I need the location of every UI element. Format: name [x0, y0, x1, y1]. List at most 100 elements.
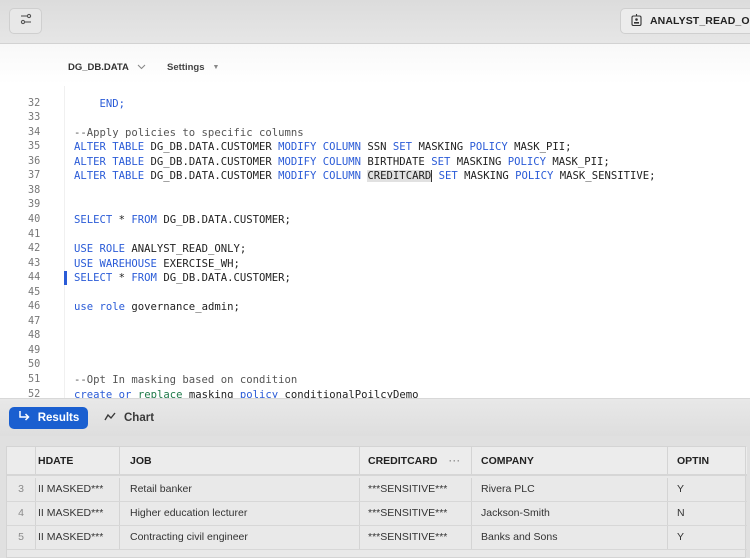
cell-creditcard[interactable]: ***SENSITIVE***: [360, 478, 472, 501]
cell-company[interactable]: Rivera PLC: [472, 478, 668, 501]
table-row[interactable]: 4 II MASKED*** Higher education lecturer…: [7, 502, 747, 526]
code-token: SET: [438, 170, 458, 183]
code-area[interactable]: 31 ELSE SENSITIVE 32 END; 33 34 --Apply poli…: [0, 86, 750, 398]
code-token: ALTER TABLE: [74, 155, 145, 168]
grid-header-row: HDATE JOB CREDITCARD ··· COMPANY OPTIN: [7, 447, 747, 476]
code-line[interactable]: 33: [0, 111, 750, 126]
top-bar: ANALYST_READ_ONLY: [0, 0, 750, 44]
table-row[interactable]: 3 II MASKED*** Retail banker ***SENSITIV…: [7, 478, 747, 502]
code-line[interactable]: 42 USE ROLE ANALYST_READ_ONLY;: [0, 242, 750, 257]
code-line[interactable]: 36 ALTER TABLE DG_DB.DATA.CUSTOMER MODIFY…: [0, 155, 750, 170]
code-token: DG_DB.DATA.CUSTOMER: [144, 155, 279, 168]
line-number: 43: [28, 257, 41, 269]
role-selector[interactable]: ANALYST_READ_ONLY: [620, 8, 750, 34]
code-token: END;: [74, 97, 126, 110]
line-number: 40: [28, 213, 41, 225]
line-number: 32: [28, 97, 41, 109]
cell-job[interactable]: Retail banker: [120, 478, 360, 501]
line-number: 47: [28, 315, 41, 327]
code-token: MASK_PII;: [546, 155, 610, 168]
cell-creditcard[interactable]: ***SENSITIVE***: [360, 502, 472, 525]
code-text: ALTER TABLE DG_DB.DATA.CUSTOMER MODIFY C…: [74, 155, 610, 170]
code-line[interactable]: 31 ELSE SENSITIVE: [0, 86, 750, 97]
code-token: ANALYST_READ_ONLY;: [125, 243, 247, 256]
results-grid: HDATE JOB CREDITCARD ··· COMPANY OPTIN 3 …: [6, 446, 747, 558]
cell-birthdate[interactable]: II MASKED***: [35, 526, 120, 549]
code-text: use role governance_admin;: [74, 300, 240, 315]
cell-optin[interactable]: Y: [668, 478, 746, 501]
caret-down-icon: ▼: [212, 64, 220, 71]
code-token: --Apply policies to specific columns: [74, 126, 304, 139]
code-token: SENSITIVE: [188, 86, 247, 95]
code-line[interactable]: 49: [0, 344, 750, 359]
tab-results[interactable]: Results: [9, 407, 88, 429]
code-token: masking: [182, 388, 240, 398]
code-token: ALTER TABLE: [74, 170, 145, 183]
line-number: 41: [28, 228, 41, 240]
cell-company[interactable]: Jackson-Smith: [472, 502, 668, 525]
code-line[interactable]: 43 USE WAREHOUSE EXERCISE_WH;: [0, 257, 750, 272]
code-line[interactable]: 38: [0, 184, 750, 199]
line-number: 36: [28, 155, 41, 167]
cell-birthdate[interactable]: II MASKED***: [35, 502, 120, 525]
code-line[interactable]: 50: [0, 358, 750, 373]
code-line[interactable]: 51 --Opt In masking based on condition: [0, 373, 750, 388]
code-text: ALTER TABLE DG_DB.DATA.CUSTOMER MODIFY C…: [74, 140, 572, 155]
table-row[interactable]: 5 II MASKED*** Contracting civil enginee…: [7, 526, 747, 550]
code-token: DG_DB.DATA.CUSTOMER: [144, 141, 279, 154]
code-token: use role: [74, 301, 126, 314]
column-header-label: OPTIN: [677, 454, 710, 467]
results-toolbar: Results Chart: [0, 398, 750, 436]
column-header-job[interactable]: JOB: [120, 447, 360, 474]
code-line[interactable]: 37 ALTER TABLE DG_DB.DATA.CUSTOMER MODIFY…: [0, 169, 750, 184]
cell-birthdate[interactable]: II MASKED***: [35, 478, 120, 501]
code-line[interactable]: 52 create or replace masking policy condi…: [0, 388, 750, 398]
code-line[interactable]: 45: [0, 286, 750, 301]
cell-creditcard[interactable]: ***SENSITIVE***: [360, 526, 472, 549]
code-token: BIRTHDATE: [361, 155, 432, 168]
chevron-down-icon: [137, 62, 146, 73]
code-line[interactable]: 34 --Apply policies to specific columns: [0, 126, 750, 141]
cell-optin[interactable]: Y: [668, 526, 746, 549]
tab-chart[interactable]: Chart: [104, 407, 154, 429]
cell-job[interactable]: Higher education lecturer: [120, 502, 360, 525]
column-header-creditcard[interactable]: CREDITCARD ···: [360, 447, 472, 474]
column-header-label: JOB: [130, 454, 152, 467]
column-menu-icon[interactable]: ···: [449, 456, 461, 466]
column-header-label: COMPANY: [481, 454, 534, 467]
code-line[interactable]: 44 SELECT * FROM DG_DB.DATA.CUSTOMER;: [0, 271, 750, 286]
cell-optin[interactable]: N: [668, 502, 746, 525]
code-line[interactable]: 40 SELECT * FROM DG_DB.DATA.CUSTOMER;: [0, 213, 750, 228]
code-token: POLICY: [515, 170, 554, 183]
code-token: ALTER TABLE: [74, 141, 145, 154]
line-number: 50: [28, 359, 41, 371]
line-number: 42: [28, 243, 41, 255]
code-line[interactable]: 41: [0, 228, 750, 243]
cell-job[interactable]: Contracting civil engineer: [120, 526, 360, 549]
code-text: ELSE SENSITIVE: [74, 86, 247, 96]
code-token: MODIFY COLUMN: [278, 170, 362, 183]
database-selector[interactable]: DG_DB.DATA: [68, 62, 146, 73]
code-line[interactable]: 39: [0, 198, 750, 213]
filter-button[interactable]: [9, 8, 42, 34]
context-bar: DG_DB.DATA Settings ▼: [0, 44, 750, 88]
settings-menu[interactable]: Settings ▼: [167, 62, 219, 73]
column-header-optin[interactable]: OPTIN: [668, 447, 746, 474]
code-line[interactable]: 35 ALTER TABLE DG_DB.DATA.CUSTOMER MODIFY…: [0, 140, 750, 155]
column-header-birthdate[interactable]: HDATE: [35, 447, 120, 474]
code-line[interactable]: 47: [0, 315, 750, 330]
row-number: 4: [18, 507, 24, 520]
code-line[interactable]: 32 END;: [0, 97, 750, 112]
code-token: ELSE: [74, 86, 189, 95]
code-token: MASK_PII;: [507, 141, 572, 154]
code-line[interactable]: 46 use role governance_admin;: [0, 300, 750, 315]
column-header-company[interactable]: COMPANY: [472, 447, 668, 474]
code-token: SET: [431, 155, 451, 168]
code-token: FROM: [131, 213, 157, 226]
code-token: DG_DB.DATA.CUSTOMER;: [156, 213, 291, 226]
cell-company[interactable]: Banks and Sons: [472, 526, 668, 549]
sql-editor[interactable]: DG_DB.DATA Settings ▼ 31 ELSE SENSITIVE 3…: [0, 44, 750, 398]
line-number: 39: [28, 199, 41, 211]
code-text: --Opt In masking based on condition: [74, 373, 297, 388]
code-line[interactable]: 48: [0, 329, 750, 344]
